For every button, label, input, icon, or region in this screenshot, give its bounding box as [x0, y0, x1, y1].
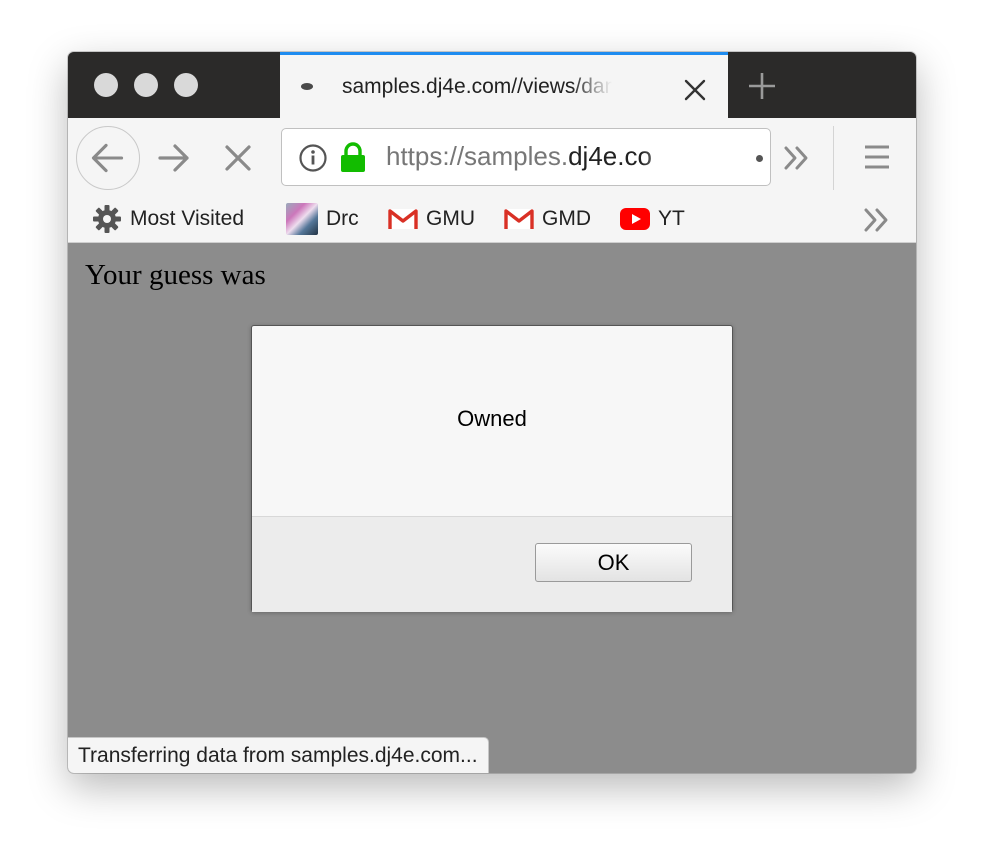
bookmarks-toolbar: Most Visited Drc GMU GMD YT: [68, 196, 916, 243]
tab-title: samples.dj4e.com//views/danger: [342, 75, 612, 98]
bookmark-gmu[interactable]: GMU: [388, 204, 475, 234]
info-icon[interactable]: [298, 143, 328, 173]
dialog-footer: OK: [252, 516, 732, 612]
bookmark-gmd[interactable]: GMD: [504, 204, 591, 234]
bookmark-drc[interactable]: Drc: [286, 203, 359, 235]
bookmark-label: GMU: [426, 207, 475, 230]
url-bar[interactable]: https://samples.dj4e.co: [281, 128, 771, 186]
gear-icon: [93, 205, 121, 233]
guess-text: Your guess was: [85, 259, 266, 291]
page-action-dot-icon[interactable]: [756, 155, 763, 162]
dialog-message: Owned: [457, 406, 527, 431]
youtube-icon: [620, 208, 650, 230]
close-window-button[interactable]: [94, 73, 118, 97]
browser-window: samples.dj4e.com//views/danger: [68, 52, 916, 773]
bookmark-label: Most Visited: [130, 207, 244, 230]
forward-arrow-icon[interactable]: [156, 141, 192, 175]
page-favicon-icon: [301, 83, 313, 90]
new-tab-plus-icon[interactable]: [746, 70, 778, 102]
title-bar: samples.dj4e.com//views/danger: [68, 52, 916, 118]
close-tab-icon[interactable]: [680, 75, 710, 105]
back-button[interactable]: [76, 126, 140, 190]
bookmark-label: YT: [658, 207, 685, 230]
lock-icon: [341, 142, 365, 172]
bookmark-label: GMD: [542, 207, 591, 230]
tab-active[interactable]: samples.dj4e.com//views/danger: [280, 52, 728, 118]
alert-dialog: Owned OK: [251, 325, 733, 612]
ok-button[interactable]: OK: [535, 543, 692, 582]
gmail-icon: [388, 209, 418, 229]
page-content: Your guess was Owned OK Transferring dat…: [68, 243, 916, 773]
status-bar: Transferring data from samples.dj4e.com.…: [68, 737, 489, 773]
back-arrow-icon: [91, 143, 124, 173]
bookmark-label: Drc: [326, 207, 359, 230]
toolbar-separator: [833, 126, 834, 190]
navigation-toolbar: https://samples.dj4e.co: [68, 118, 916, 196]
url-domain: dj4e.co: [568, 141, 652, 171]
bookmarks-overflow-chevron-icon[interactable]: [862, 206, 892, 234]
gmail-icon: [504, 209, 534, 229]
bookmark-most-visited[interactable]: Most Visited: [92, 204, 244, 234]
bookmark-yt[interactable]: YT: [620, 204, 685, 234]
minimize-window-button[interactable]: [134, 73, 158, 97]
url-text: https://samples.dj4e.co: [386, 141, 686, 172]
zoom-window-button[interactable]: [174, 73, 198, 97]
overflow-chevron-icon[interactable]: [782, 144, 812, 172]
stop-x-icon[interactable]: [222, 142, 254, 174]
avatar-icon: [286, 203, 318, 235]
hamburger-menu-icon[interactable]: [864, 144, 890, 170]
url-prefix: https://samples.: [386, 141, 569, 171]
